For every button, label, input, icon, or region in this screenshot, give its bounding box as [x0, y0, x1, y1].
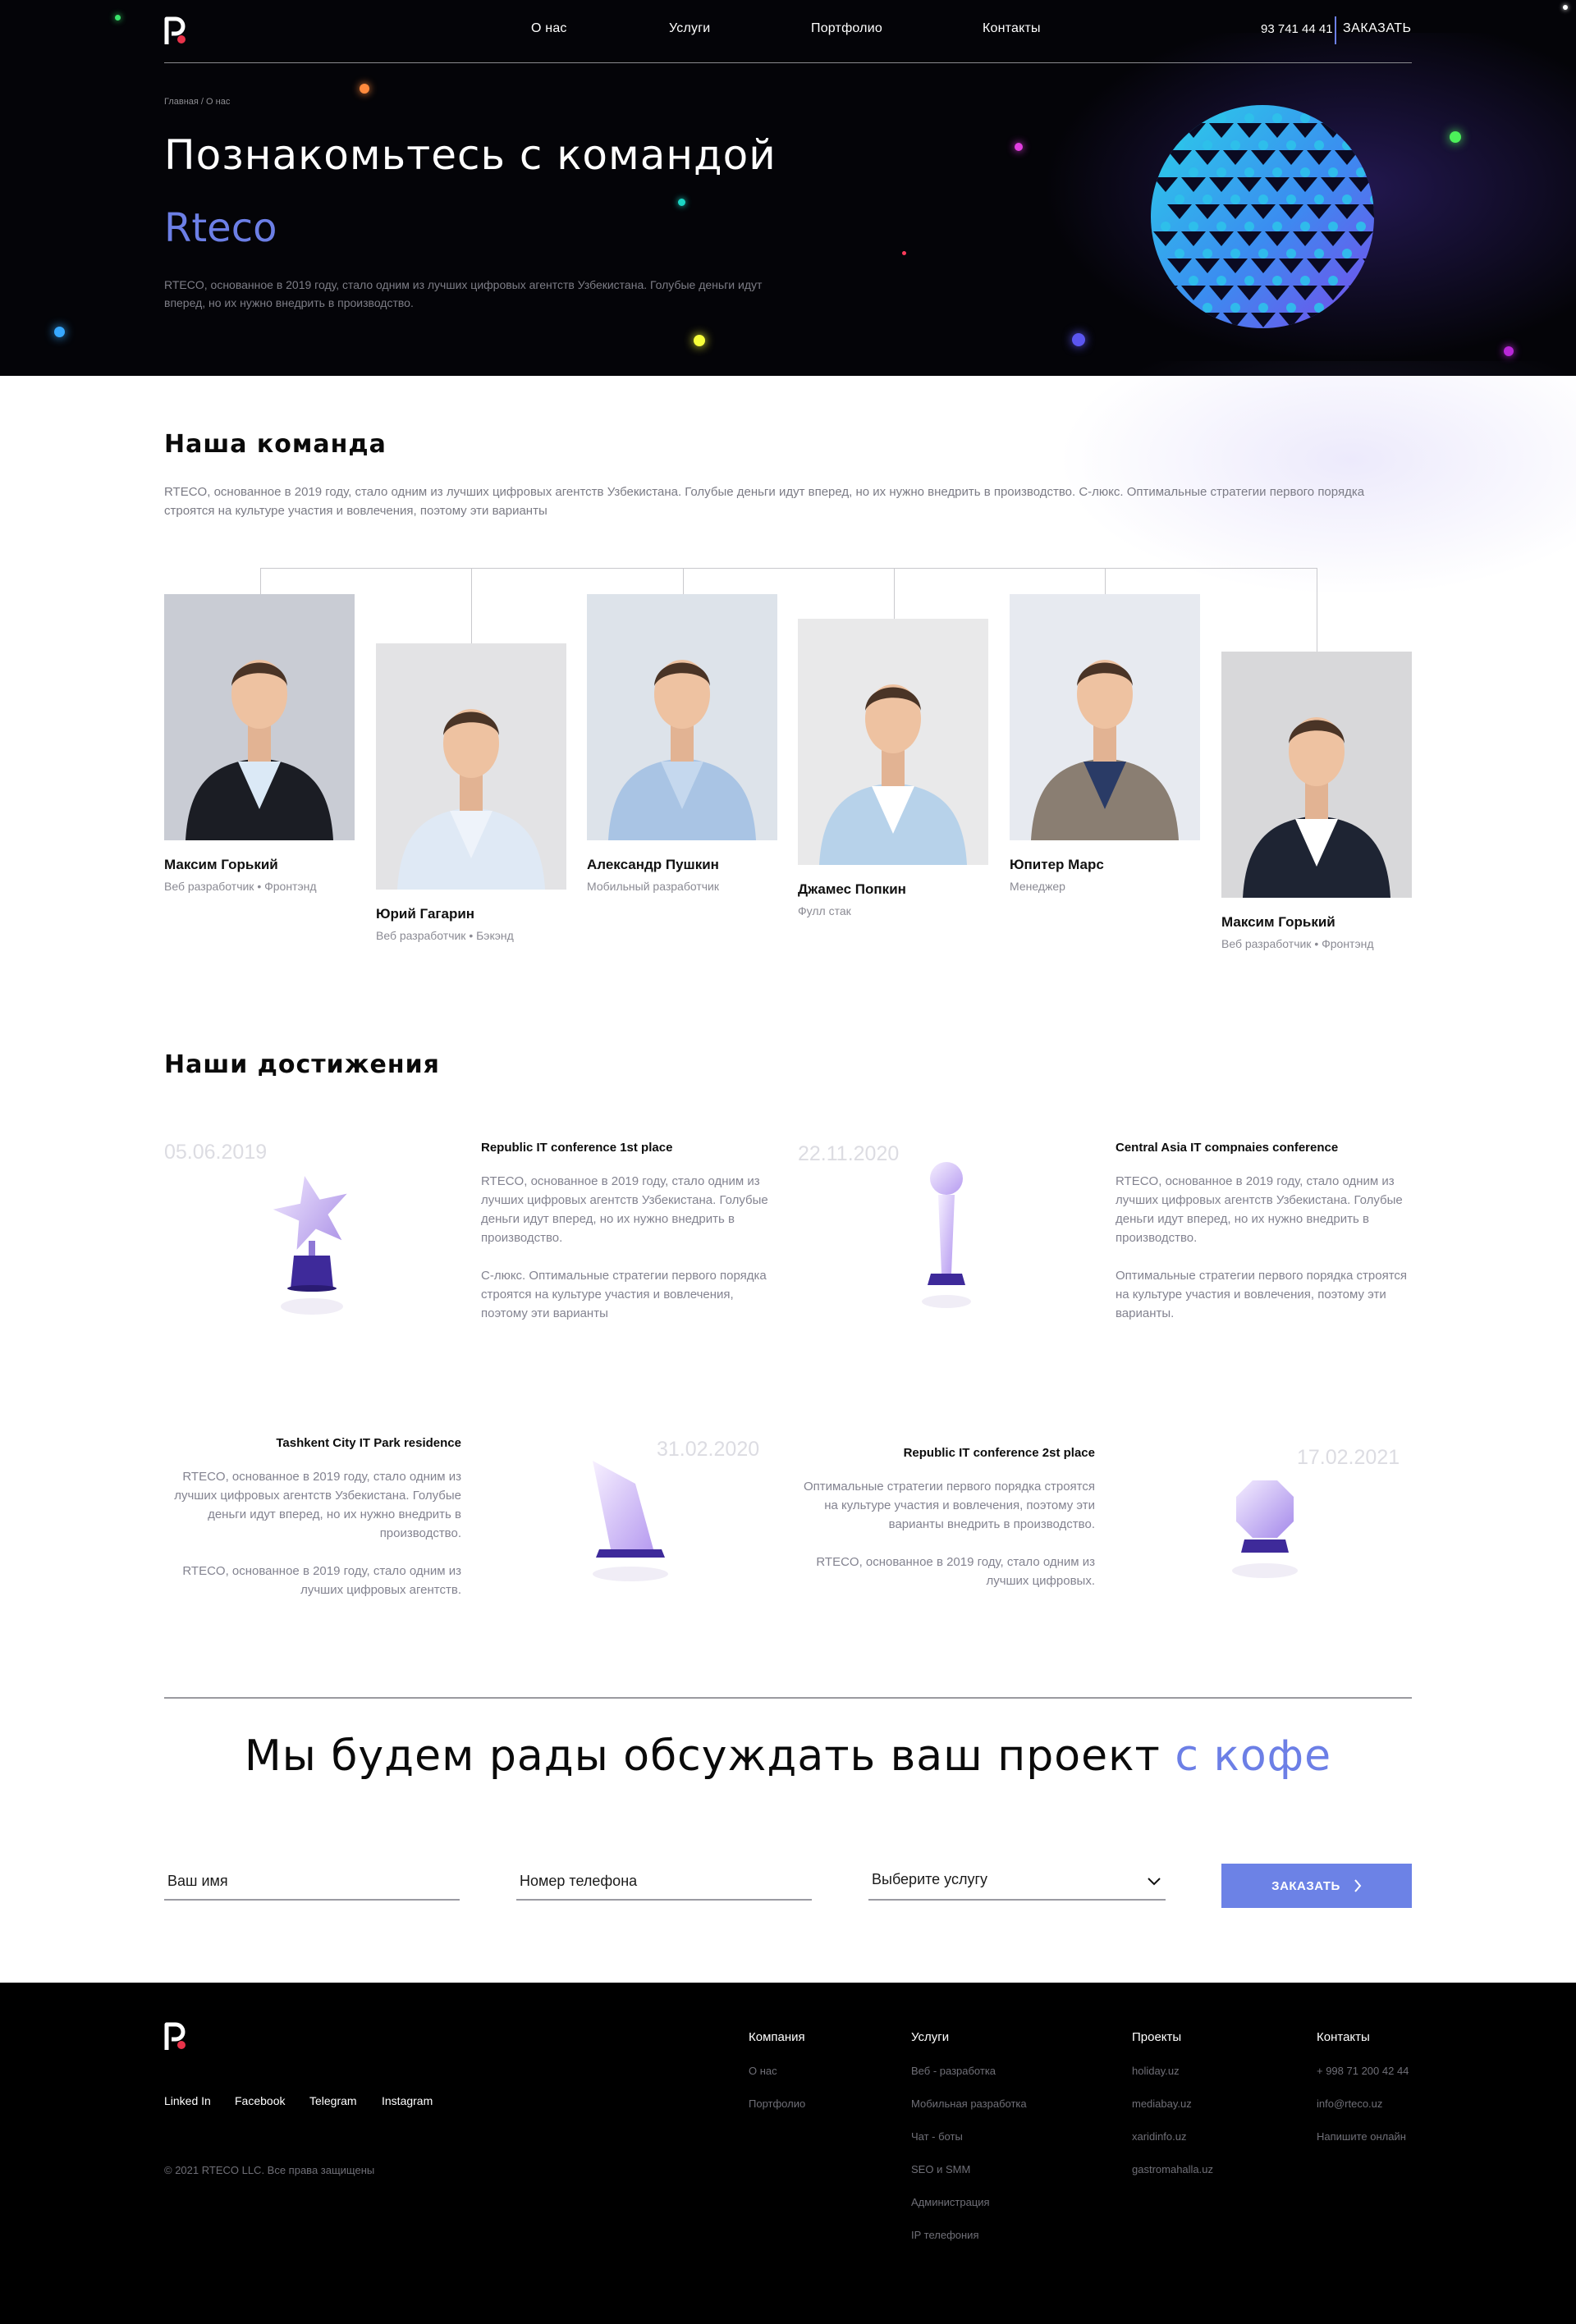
social-linkedin[interactable]: Linked In: [164, 2094, 211, 2107]
phone-field[interactable]: [516, 1863, 812, 1901]
footer-link[interactable]: xaridinfo.uz: [1132, 2130, 1186, 2143]
achievement-date: 05.06.2019: [164, 1141, 268, 1164]
name-field[interactable]: [164, 1863, 460, 1901]
nav-services[interactable]: Услуги: [669, 21, 710, 36]
social-telegram[interactable]: Telegram: [309, 2094, 357, 2107]
achievement-title: Tashkent City IT Park residence: [276, 1436, 461, 1450]
achievement-text: RTECO, основанное в 2019 году, стало одн…: [481, 1174, 768, 1320]
achievement-date: 17.02.2021: [1297, 1446, 1400, 1469]
footer-column-title: Контакты: [1317, 2030, 1370, 2044]
header-phone[interactable]: 93 741 44 41: [1261, 22, 1333, 36]
breadcrumb[interactable]: Главная / О нас: [164, 97, 230, 107]
header-order-button[interactable]: ЗАКАЗАТЬ: [1343, 21, 1412, 36]
particle: [678, 199, 685, 206]
team-member-photo: [798, 619, 988, 865]
team-member-role: Веб разработчик • Фронтэнд: [164, 880, 317, 893]
nav-contacts[interactable]: Контакты: [983, 21, 1041, 36]
team-member-role: Веб разработчик • Фронтэнд: [1221, 937, 1374, 950]
particle: [54, 327, 65, 337]
footer-link[interactable]: holiday.uz: [1132, 2065, 1180, 2077]
phone-input[interactable]: [516, 1863, 812, 1899]
team-member-photo: [1221, 652, 1412, 898]
shard-trophy-icon: [593, 1461, 668, 1581]
service-select[interactable]: Выберите услугу: [868, 1863, 1166, 1901]
octagon-trophy-icon: [1232, 1480, 1298, 1578]
footer-column-title: Компания: [749, 2030, 805, 2044]
rteco-logo[interactable]: [164, 16, 189, 44]
achievement-text: Оптимальные стратегии первого порядка ст…: [803, 1480, 1095, 1588]
brand-title: Rteco: [164, 205, 277, 251]
footer-link[interactable]: info@rteco.uz: [1317, 2098, 1382, 2110]
nav-about[interactable]: О нас: [531, 21, 567, 36]
team-title: Наша команда: [164, 430, 387, 459]
footer-column-title: Услуги: [911, 2030, 950, 2044]
team-member-name: Максим Горький: [164, 857, 278, 872]
cta-divider: [164, 1697, 1412, 1699]
team-member-photo: [587, 594, 777, 840]
team-member-role: Менеджер: [1010, 880, 1065, 893]
team-globe-graphic: [1151, 105, 1374, 328]
footer-link[interactable]: О нас: [749, 2065, 777, 2077]
team-member-name: Юпитер Марс: [1010, 857, 1104, 872]
name-input[interactable]: [164, 1863, 460, 1899]
achievement-text: RTECO, основанное в 2019 году, стало одн…: [174, 1470, 461, 1597]
chevron-down-icon: [1148, 1878, 1161, 1886]
copyright: © 2021 RTECO LLC. Все права защищены: [164, 2164, 375, 2176]
footer-link[interactable]: SEO и SMM: [911, 2163, 970, 2175]
order-submit-button[interactable]: ЗАКАЗАТЬ: [1221, 1864, 1412, 1908]
team-member-name: Джамес Попкин: [798, 881, 906, 897]
hero-description: RTECO, основанное в 2019 году, стало одн…: [164, 278, 763, 309]
footer-link[interactable]: mediabay.uz: [1132, 2098, 1192, 2110]
team-member-name: Юрий Гагарин: [376, 906, 475, 922]
header-divider-line: [164, 62, 1412, 63]
nav-portfolio[interactable]: Портфолио: [811, 21, 882, 36]
particle: [360, 84, 369, 94]
team-tree-line: [260, 568, 1317, 569]
footer-link[interactable]: Портфолио: [749, 2098, 805, 2110]
achievement-title: Central Asia IT compnaies conference: [1116, 1141, 1339, 1155]
particle: [1015, 143, 1023, 151]
achievement-text: RTECO, основанное в 2019 году, стало одн…: [1116, 1174, 1408, 1320]
rteco-logo[interactable]: [164, 2022, 189, 2050]
hero-section: О нас Услуги Портфолио Контакты 93 741 4…: [0, 0, 1576, 376]
particle: [1504, 346, 1514, 356]
footer-link[interactable]: Напишите онлайн: [1317, 2130, 1406, 2143]
achievements-title: Наши достижения: [164, 1050, 440, 1079]
particle: [902, 251, 906, 255]
team-member-role: Фулл стак: [798, 904, 851, 917]
team-member-photo: [1010, 594, 1200, 840]
cta-title: Мы будем рады обсуждать ваш проект с коф…: [244, 1732, 1332, 1781]
team-member-role: Мобильный разработчик: [587, 880, 719, 893]
footer-link[interactable]: Веб - разработка: [911, 2065, 996, 2077]
page-title: Познакомьтесь с командой: [164, 131, 777, 179]
footer-link[interactable]: Администрация: [911, 2196, 990, 2208]
footer-link[interactable]: gastromahalla.uz: [1132, 2163, 1213, 2175]
achievement-title: Republic IT conference 2st place: [903, 1446, 1095, 1460]
team-member-role: Веб разработчик • Бэкэнд: [376, 929, 514, 942]
team-member-name: Максим Горький: [1221, 914, 1335, 930]
star-trophy-icon: [273, 1175, 347, 1315]
social-instagram[interactable]: Instagram: [382, 2094, 433, 2107]
particle: [1563, 5, 1568, 10]
achievement-title: Republic IT conference 1st place: [481, 1141, 673, 1155]
footer-link[interactable]: + 998 71 200 42 44: [1317, 2065, 1409, 2077]
footer-column-title: Проекты: [1132, 2030, 1182, 2044]
team-member-photo: [376, 643, 566, 890]
footer-link[interactable]: Мобильная разработка: [911, 2098, 1027, 2110]
particle: [115, 15, 121, 21]
chevron-right-icon: [1354, 1879, 1362, 1892]
particle: [694, 335, 705, 346]
team-description: RTECO, основанное в 2019 году, стало одн…: [164, 485, 1365, 518]
footer-link[interactable]: Чат - боты: [911, 2130, 963, 2143]
crystal-trophy-icon: [922, 1162, 971, 1308]
particle: [1072, 333, 1085, 346]
header-divider: [1335, 16, 1336, 44]
achievement-date: 22.11.2020: [798, 1142, 900, 1165]
social-facebook[interactable]: Facebook: [235, 2094, 285, 2107]
team-member-photo: [164, 594, 355, 840]
footer-link[interactable]: IP телефония: [911, 2229, 979, 2241]
particle: [1450, 131, 1461, 143]
team-member-name: Александр Пушкин: [587, 857, 719, 872]
